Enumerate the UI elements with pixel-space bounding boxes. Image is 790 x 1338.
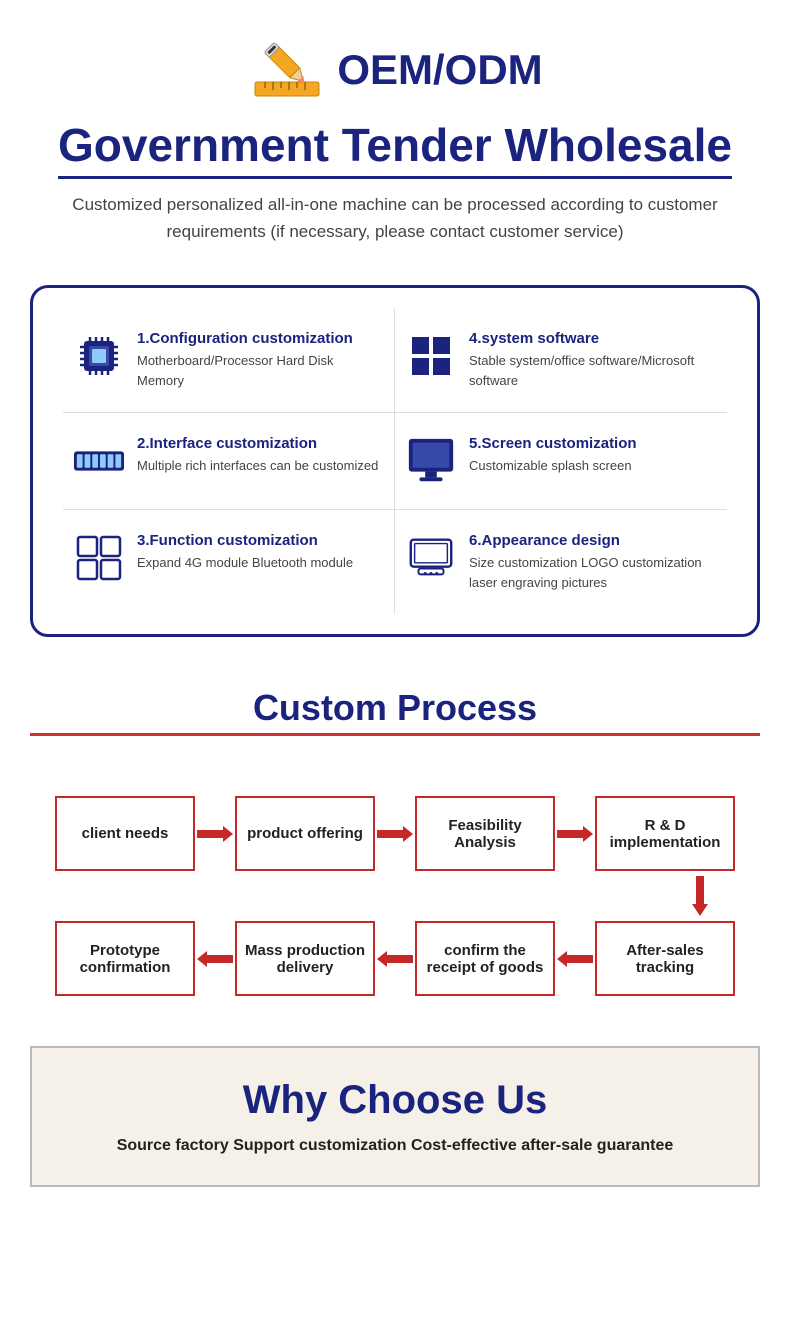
- process-box-client-needs: client needs: [55, 796, 195, 871]
- process-row-1: client needs product offering Feasibilit…: [30, 796, 760, 871]
- header-top: OEM/ODM: [40, 30, 750, 110]
- arrow-right-3: [555, 822, 595, 846]
- windows-icon: [405, 330, 457, 382]
- feature-title-4: 4.system software: [469, 330, 717, 347]
- gov-title: Government Tender Wholesale: [58, 118, 732, 179]
- feature-desc-4: Stable system/office software/Microsoft …: [469, 351, 717, 390]
- arrow-left-3: [195, 947, 235, 971]
- process-box-feasibility: Feasibility Analysis: [415, 796, 555, 871]
- process-box-mass-production: Mass production delivery: [235, 921, 375, 996]
- feature-item-4: 4.system software Stable system/office s…: [395, 308, 727, 413]
- feature-item-5: 5.Screen customization Customizable spla…: [395, 413, 727, 510]
- function-icon: [73, 532, 125, 584]
- arrow-right-2: [375, 822, 415, 846]
- feature-item-2: 2.Interface customization Multiple rich …: [63, 413, 395, 510]
- feature-desc-2: Multiple rich interfaces can be customiz…: [137, 456, 378, 476]
- process-row-2: After-sales tracking confirm the receipt…: [30, 921, 760, 996]
- process-section-title: Custom Process: [30, 687, 760, 736]
- monitor-icon: [405, 435, 457, 487]
- header-subtitle: Customized personalized all-in-one machi…: [40, 191, 750, 245]
- feature-title-5: 5.Screen customization: [469, 435, 637, 452]
- pencil-ruler-icon: [247, 30, 327, 110]
- feature-title-1: 1.Configuration customization: [137, 330, 384, 347]
- why-title: Why Choose Us: [62, 1078, 728, 1123]
- process-section: Custom Process client needs product offe…: [0, 667, 790, 1026]
- oem-title: OEM/ODM: [337, 46, 542, 94]
- feature-text-3: 3.Function customization Expand 4G modul…: [137, 532, 353, 573]
- appearance-icon: [405, 532, 457, 584]
- header-section: OEM/ODM Government Tender Wholesale Cust…: [0, 0, 790, 265]
- why-section: Why Choose Us Source factory Support cus…: [30, 1046, 760, 1187]
- feature-title-2: 2.Interface customization: [137, 435, 378, 452]
- feature-desc-6: Size customization LOGO customization la…: [469, 553, 717, 592]
- feature-item-6: 6.Appearance design Size customization L…: [395, 510, 727, 614]
- feature-desc-3: Expand 4G module Bluetooth module: [137, 553, 353, 573]
- features-box: 1.Configuration customization Motherboar…: [30, 285, 760, 637]
- feature-item-3: 3.Function customization Expand 4G modul…: [63, 510, 395, 614]
- process-box-product-offering: product offering: [235, 796, 375, 871]
- feature-desc-1: Motherboard/Processor Hard Disk Memory: [137, 351, 384, 390]
- features-grid: 1.Configuration customization Motherboar…: [63, 308, 727, 614]
- feature-text-1: 1.Configuration customization Motherboar…: [137, 330, 384, 390]
- arrow-down: [30, 871, 760, 921]
- interface-icon: [73, 435, 125, 487]
- arrow-right-1: [195, 822, 235, 846]
- feature-text-5: 5.Screen customization Customizable spla…: [469, 435, 637, 476]
- feature-text-2: 2.Interface customization Multiple rich …: [137, 435, 378, 476]
- arrow-left-2: [375, 947, 415, 971]
- feature-item-1: 1.Configuration customization Motherboar…: [63, 308, 395, 413]
- feature-text-4: 4.system software Stable system/office s…: [469, 330, 717, 390]
- process-box-confirm-receipt: confirm the receipt of goods: [415, 921, 555, 996]
- why-subtitle: Source factory Support customization Cos…: [62, 1137, 728, 1155]
- process-box-after-sales: After-sales tracking: [595, 921, 735, 996]
- feature-text-6: 6.Appearance design Size customization L…: [469, 532, 717, 592]
- arrow-left-1: [555, 947, 595, 971]
- process-box-prototype: Prototype confirmation: [55, 921, 195, 996]
- cpu-icon: [73, 330, 125, 382]
- feature-title-6: 6.Appearance design: [469, 532, 717, 549]
- feature-title-3: 3.Function customization: [137, 532, 353, 549]
- process-box-rd: R & D implementation: [595, 796, 735, 871]
- feature-desc-5: Customizable splash screen: [469, 456, 637, 476]
